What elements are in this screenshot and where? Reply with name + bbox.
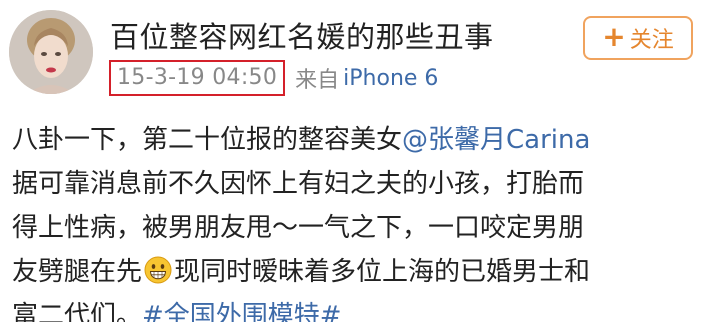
account-name[interactable]: 百位整容网红名媛的那些丑事 — [110, 19, 494, 55]
post-line: 友劈腿在先 现同时暧昧着多位上海的已婚男士和 — [12, 250, 702, 294]
plus-icon: + — [602, 19, 626, 53]
post-text: 现同时暧昧着多位上海的已婚男士和 — [174, 257, 591, 287]
grinning-face-emoji-icon — [144, 256, 172, 284]
avatar[interactable] — [9, 10, 93, 94]
post-line: 据可靠消息前不久因怀上有妇之夫的小孩，打胎而 — [12, 169, 585, 199]
follow-button[interactable]: + 关注 — [583, 16, 693, 60]
post-text: 八卦一下，第二十位报的整容美女 — [12, 125, 403, 155]
follow-button-label: 关注 — [629, 28, 674, 53]
post-text: 友劈腿在先 — [12, 257, 143, 287]
hashtag-link[interactable]: #全国外围模特# — [142, 301, 342, 322]
post-line: 八卦一下，第二十位报的整容美女@张馨月Carina — [12, 118, 702, 162]
source-device-link[interactable]: iPhone 6 — [343, 66, 438, 91]
post-body: 八卦一下，第二十位报的整容美女@张馨月Carina 据可靠消息前不久因怀上有妇之… — [12, 118, 702, 322]
woman-portrait-avatar-icon — [9, 10, 93, 94]
post-timestamp[interactable]: 15-3-19 04:50 — [109, 60, 286, 96]
source-prefix: 来自 — [295, 68, 340, 93]
user-mention-link[interactable]: @张馨月Carina — [402, 125, 590, 155]
post-line: 富二代们。#全国外围模特# — [12, 294, 702, 322]
post-line: 得上性病，被男朋友甩～一气之下，一口咬定男朋 — [12, 213, 585, 243]
post-text: 富二代们。 — [12, 301, 143, 322]
post-meta: 15-3-19 04:50 来自 iPhone 6 — [109, 60, 438, 96]
